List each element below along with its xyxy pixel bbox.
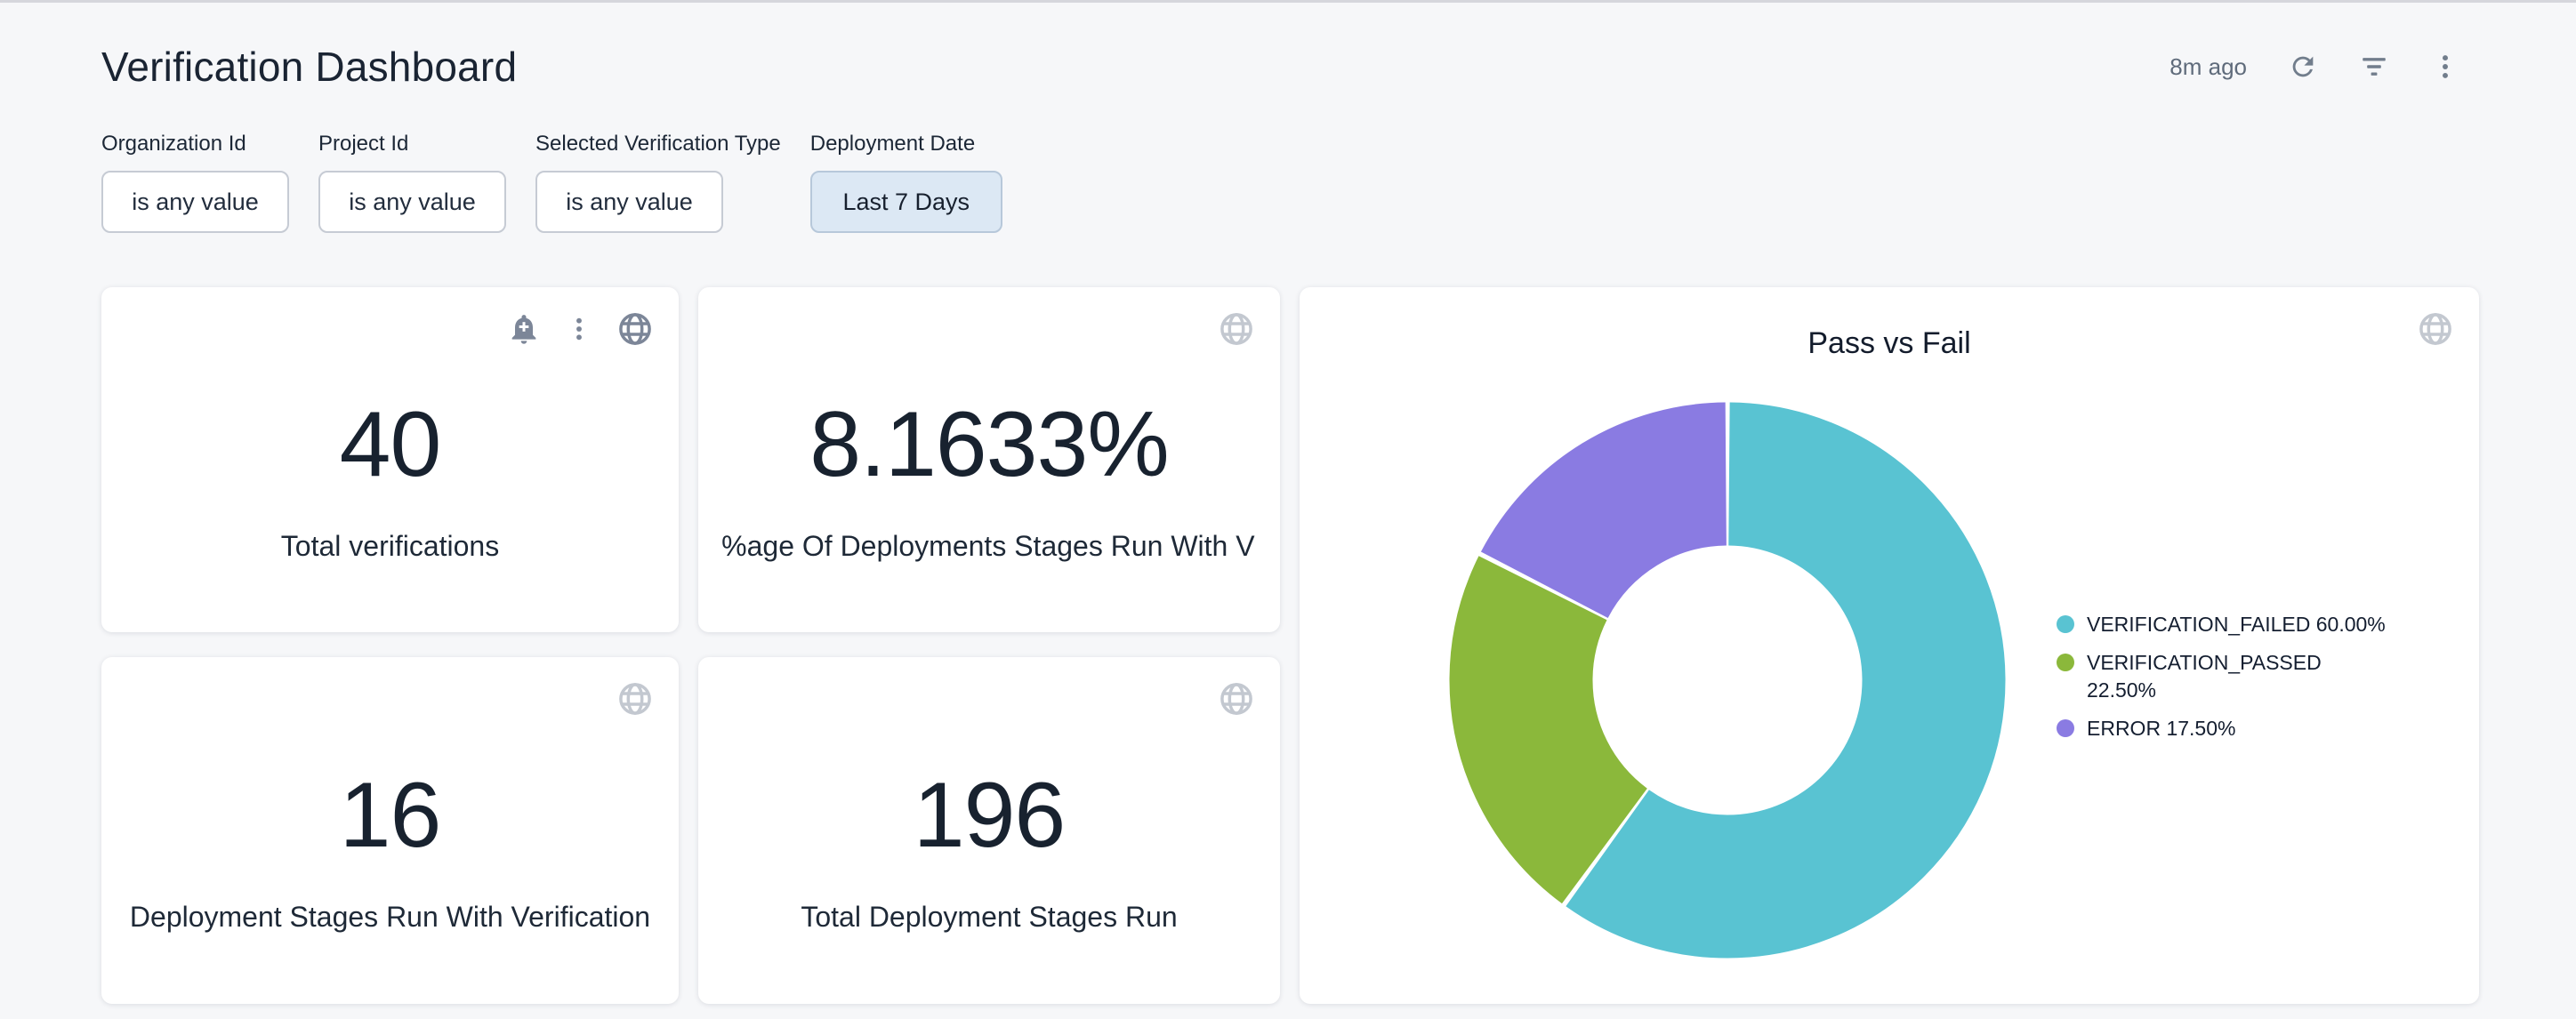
globe-icon[interactable] <box>616 680 654 718</box>
kpi-tile-total-verifications: 40 Total verifications <box>101 287 679 632</box>
kpi-label: Total Deployment Stages Run <box>801 901 1177 934</box>
globe-icon[interactable] <box>1218 680 1255 718</box>
kpi-value: 196 <box>914 769 1066 862</box>
header-actions: 8m ago <box>2169 52 2460 82</box>
kpi-tile-pct-stages-with-verification: 8.1633% %age Of Deployments Stages Run W… <box>698 287 1280 632</box>
filter-value-button[interactable]: Last 7 Days <box>810 171 1002 233</box>
legend-label: ERROR 17.50% <box>2087 715 2235 742</box>
refresh-icon[interactable] <box>2288 52 2318 82</box>
kpi-label: %age Of Deployments Stages Run With V… <box>721 530 1257 563</box>
legend-swatch <box>2057 654 2074 671</box>
legend-label: VERIFICATION_FAILED 60.00% <box>2087 611 2386 638</box>
top-border-strip <box>0 0 2576 3</box>
kpi-label: Deployment Stages Run With Verification <box>130 901 650 934</box>
globe-icon[interactable] <box>1218 310 1255 348</box>
legend-item[interactable]: VERIFICATION_PASSED 22.50% <box>2057 649 2475 704</box>
filter-value-button[interactable]: is any value <box>535 171 723 233</box>
filter-label: Organization Id <box>101 132 246 156</box>
legend-item[interactable]: VERIFICATION_FAILED 60.00% <box>2057 611 2475 638</box>
filter-label: Selected Verification Type <box>535 132 781 156</box>
dashboard-header: Verification Dashboard 8m ago <box>101 39 2460 94</box>
page-title: Verification Dashboard <box>101 43 517 91</box>
globe-icon[interactable] <box>616 310 654 348</box>
donut-chart-area <box>1443 396 2012 965</box>
filter-icon[interactable] <box>2359 52 2389 82</box>
legend-label: VERIFICATION_PASSED 22.50% <box>2087 649 2389 704</box>
tile-hover-actions <box>2417 310 2454 348</box>
legend-swatch <box>2057 615 2074 633</box>
kpi-tile-stages-with-verification: 16 Deployment Stages Run With Verificati… <box>101 657 679 1004</box>
filter-organization-id: Organization Id is any value <box>101 132 289 233</box>
filter-value-button[interactable]: is any value <box>101 171 289 233</box>
chart-legend: VERIFICATION_FAILED 60.00% VERIFICATION_P… <box>2057 611 2475 742</box>
legend-swatch <box>2057 719 2074 737</box>
pass-vs-fail-chart-panel: Pass vs Fail VERIFICATION_FAILED 60.00%V… <box>1300 287 2479 1004</box>
dashboard-grid: 40 Total verifications 8.1633% %age Of D… <box>101 287 2479 1004</box>
filter-deployment-date: Deployment Date Last 7 Days <box>810 132 1002 233</box>
filter-verification-type: Selected Verification Type is any value <box>535 132 781 233</box>
kebab-menu-icon[interactable] <box>2430 52 2460 82</box>
last-refresh-timestamp: 8m ago <box>2169 53 2247 81</box>
kpi-value: 16 <box>340 769 441 862</box>
kpi-value: 8.1633% <box>809 398 1169 491</box>
chart-title: Pass vs Fail <box>1300 326 2479 361</box>
filter-label: Deployment Date <box>810 132 975 156</box>
filter-label: Project Id <box>318 132 408 156</box>
tile-hover-actions <box>1218 310 1255 348</box>
filter-value-button[interactable]: is any value <box>318 171 506 233</box>
tile-hover-actions <box>506 310 654 348</box>
kpi-label: Total verifications <box>281 530 499 563</box>
tile-hover-actions <box>1218 680 1255 718</box>
kpi-tile-total-stages-run: 196 Total Deployment Stages Run <box>698 657 1280 1004</box>
filter-bar: Organization Id is any value Project Id … <box>101 132 1002 233</box>
globe-icon[interactable] <box>2417 310 2454 348</box>
add-alert-bell-icon[interactable] <box>506 311 542 347</box>
filter-project-id: Project Id is any value <box>318 132 506 233</box>
kpi-value: 40 <box>340 398 441 491</box>
donut-chart[interactable] <box>1443 396 2012 965</box>
legend-item[interactable]: ERROR 17.50% <box>2057 715 2475 742</box>
tile-hover-actions <box>616 680 654 718</box>
tile-kebab-menu-icon[interactable] <box>565 315 593 343</box>
